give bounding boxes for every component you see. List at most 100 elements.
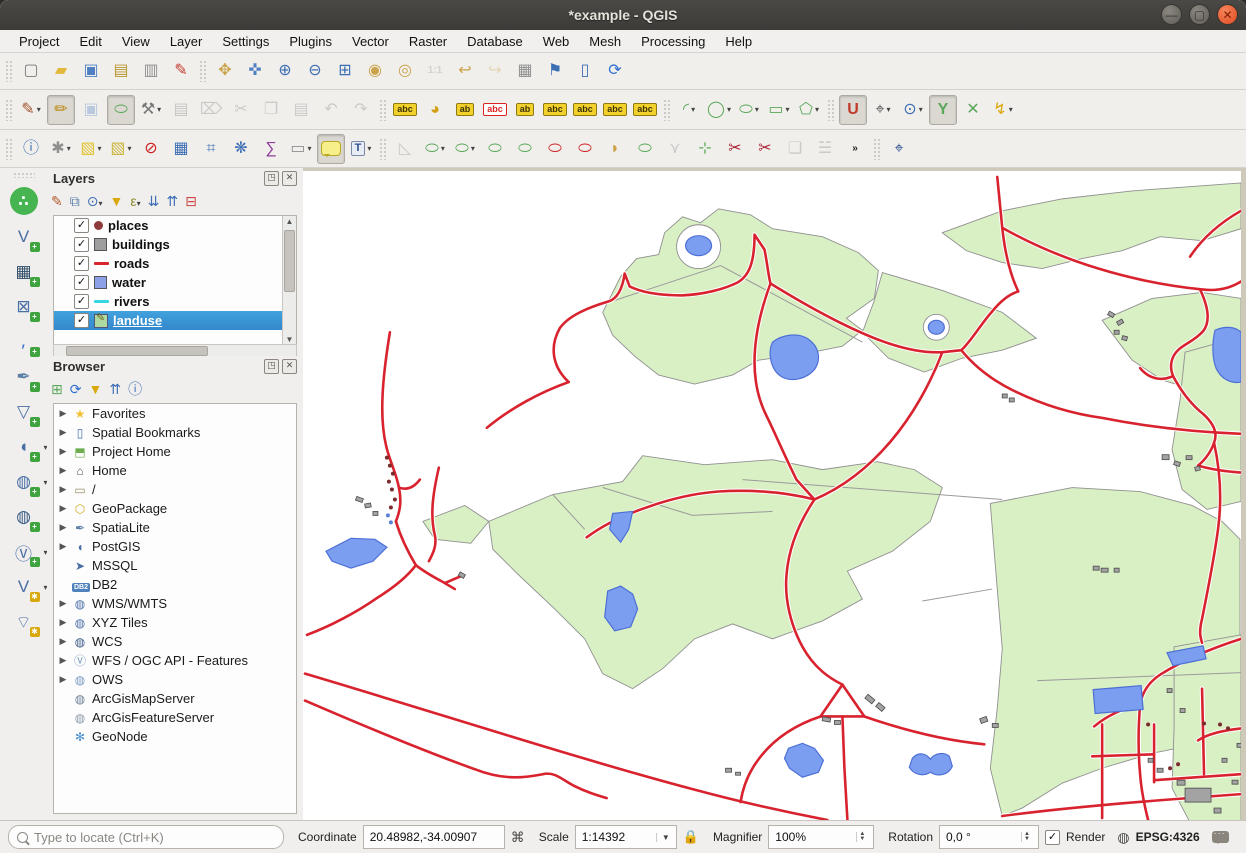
close-panel-icon[interactable]: ✕	[282, 171, 297, 186]
menu-view[interactable]: View	[113, 32, 159, 51]
menu-vector[interactable]: Vector	[343, 32, 398, 51]
spinner-icons[interactable]: ▲▼	[856, 832, 867, 842]
layer-row-buildings[interactable]: ✓buildings	[54, 235, 296, 254]
select-features-icon[interactable]: ▧▾	[77, 134, 105, 164]
reshape-features-icon[interactable]: ⋎	[661, 134, 689, 164]
filter-legend-icon[interactable]: ▼	[109, 194, 123, 208]
merge-features-icon[interactable]: ❏	[781, 134, 809, 164]
menu-raster[interactable]: Raster	[400, 32, 456, 51]
open-layer-styling-icon[interactable]: ✎	[51, 194, 63, 208]
new-project-icon[interactable]: ▢	[17, 56, 45, 86]
expand-arrow-icon[interactable]: ▶	[58, 446, 68, 457]
field-calculator-icon[interactable]: ⌗	[197, 134, 225, 164]
change-label-icon[interactable]: abc	[601, 95, 629, 125]
expand-arrow-icon[interactable]: ▶	[58, 617, 68, 628]
expand-arrow-icon[interactable]: ▶	[58, 674, 68, 685]
zoom-out-icon[interactable]: ⊖	[301, 56, 329, 86]
minimize-button-icon[interactable]: —	[1161, 4, 1182, 25]
expand-all-icon[interactable]: ⇊	[148, 194, 160, 208]
select-by-form-icon[interactable]: ▧▾	[107, 134, 135, 164]
browser-item-db2[interactable]: DB2DB2	[54, 575, 296, 594]
highlight-pinned-labels-icon[interactable]: abc	[481, 95, 509, 125]
align-features-icon[interactable]: ☱	[811, 134, 839, 164]
modify-attributes-icon[interactable]: ▤	[167, 95, 195, 125]
add-delimited-text-layer-icon[interactable]: ⸴+	[9, 329, 39, 355]
vertex-tool-all-icon[interactable]: ⌖▾	[869, 95, 897, 125]
offset-curve-icon[interactable]: ⬭	[631, 134, 659, 164]
scale-combobox[interactable]: 1:14392▼	[575, 825, 677, 849]
toolbar-overflow-icon[interactable]: »	[841, 134, 869, 164]
zoom-in-icon[interactable]: ⊕	[271, 56, 299, 86]
menu-database[interactable]: Database	[458, 32, 532, 51]
expand-arrow-icon[interactable]: ▶	[58, 408, 68, 419]
new-map-view-icon[interactable]: ▦	[511, 56, 539, 86]
split-features-2-icon[interactable]: ✂	[751, 134, 779, 164]
vertex-tool-current-icon[interactable]: Y	[929, 95, 957, 125]
statistical-summary-icon[interactable]: ∑	[257, 134, 285, 164]
browser-item-spatialite[interactable]: ▶✒SpatiaLite	[54, 518, 296, 537]
zoom-full-extent-icon[interactable]: ⊞	[331, 56, 359, 86]
expand-arrow-icon[interactable]: ▶	[58, 522, 68, 533]
add-rectangle-icon[interactable]: ▭▾	[765, 95, 793, 125]
snap-intersection-icon[interactable]: ✕	[959, 95, 987, 125]
lock-scale-icon[interactable]: 🔒	[683, 829, 699, 845]
topology-view-icon[interactable]: ⊙▾	[899, 95, 927, 125]
layer-visibility-checkbox[interactable]: ✓	[74, 275, 89, 290]
delete-selected-icon[interactable]: ⌦	[197, 95, 225, 125]
pan-map-icon[interactable]: ✥	[211, 56, 239, 86]
add-gps-layer-icon[interactable]: ⌔✱	[9, 609, 39, 635]
show-layout-manager-icon[interactable]: ▥	[137, 56, 165, 86]
float-panel-icon[interactable]: ◳	[264, 359, 279, 374]
browser-item-project-home[interactable]: ▶⬒Project Home	[54, 442, 296, 461]
expand-arrow-icon[interactable]: ▶	[58, 655, 68, 666]
rotate-feature-icon[interactable]: ⬭	[481, 134, 509, 164]
layer-row-places[interactable]: ✓places	[54, 216, 296, 235]
new-spatial-bookmark-icon[interactable]: ⚑	[541, 56, 569, 86]
layer-visibility-checkbox[interactable]: ✓	[74, 313, 89, 328]
undo-icon[interactable]: ↶	[317, 95, 345, 125]
expand-arrow-icon[interactable]: ▶	[58, 636, 68, 647]
layer-labeling-icon[interactable]: abc	[391, 95, 419, 125]
add-ellipse-icon[interactable]: ⬭▾	[735, 95, 763, 125]
messages-icon[interactable]	[1212, 831, 1229, 843]
filter-by-expression-icon[interactable]: ε▾	[130, 194, 140, 208]
zoom-to-selection-icon[interactable]: ◉	[361, 56, 389, 86]
show-bookmarks-icon[interactable]: ▯	[571, 56, 599, 86]
copy-move-feature-icon[interactable]: ⬭▾	[451, 134, 479, 164]
locate-search-input[interactable]: Type to locate (Ctrl+K)	[8, 825, 284, 849]
layer-visibility-checkbox[interactable]: ✓	[74, 256, 89, 271]
add-vector-tile-layer-icon[interactable]: V✱▾	[9, 574, 39, 600]
current-edits-icon[interactable]: ✎▾	[17, 95, 45, 125]
browser-item-arcgis-map-server[interactable]: ◍ArcGisMapServer	[54, 689, 296, 708]
add-wms-layer-icon[interactable]: ◍+▾	[9, 469, 39, 495]
add-virtual-layer-icon[interactable]: ▽+	[9, 399, 39, 425]
move-label-icon[interactable]: ab	[511, 95, 539, 125]
style-manager-icon[interactable]: ✎	[167, 56, 195, 86]
browser-item-geopackage[interactable]: ▶⬡GeoPackage	[54, 499, 296, 518]
collapse-all-icon[interactable]: ⇈	[166, 194, 178, 208]
zoom-last-icon[interactable]: ↩	[451, 56, 479, 86]
filter-browser-icon[interactable]: ▼	[88, 382, 102, 396]
run-feature-action-icon[interactable]: ✱▾	[47, 134, 75, 164]
pan-to-selection-icon[interactable]: ✜	[241, 56, 269, 86]
cut-features-icon[interactable]: ✂	[227, 95, 255, 125]
open-attribute-table-icon[interactable]: ▦	[167, 134, 195, 164]
add-wfs-layer-icon[interactable]: Ⓥ+▾	[9, 539, 39, 565]
split-features-icon[interactable]: ✂	[721, 134, 749, 164]
scroll-down-icon[interactable]: ▼	[283, 335, 296, 344]
copy-features-icon[interactable]: ❐	[257, 95, 285, 125]
set-square-icon[interactable]: ◺	[391, 134, 419, 164]
data-source-manager-icon[interactable]: ∴	[10, 187, 38, 215]
add-mesh-layer-icon[interactable]: ⊠+	[9, 294, 39, 320]
move-feature-icon[interactable]: ⬭▾	[421, 134, 449, 164]
expand-arrow-icon[interactable]: ▶	[58, 503, 68, 514]
menu-mesh[interactable]: Mesh	[580, 32, 630, 51]
circular-string-icon[interactable]: ◜▾	[675, 95, 703, 125]
metasearch-icon[interactable]: ⌖	[885, 134, 913, 164]
browser-item-postgis[interactable]: ▶◖PostGIS	[54, 537, 296, 556]
new-geopackage-layer-icon[interactable]: V+	[9, 224, 39, 250]
deselect-features-icon[interactable]: ⊘	[137, 134, 165, 164]
scroll-up-icon[interactable]: ▲	[283, 217, 296, 226]
edit-label-icon[interactable]: abc	[631, 95, 659, 125]
split-parts-icon[interactable]: ⊹	[691, 134, 719, 164]
